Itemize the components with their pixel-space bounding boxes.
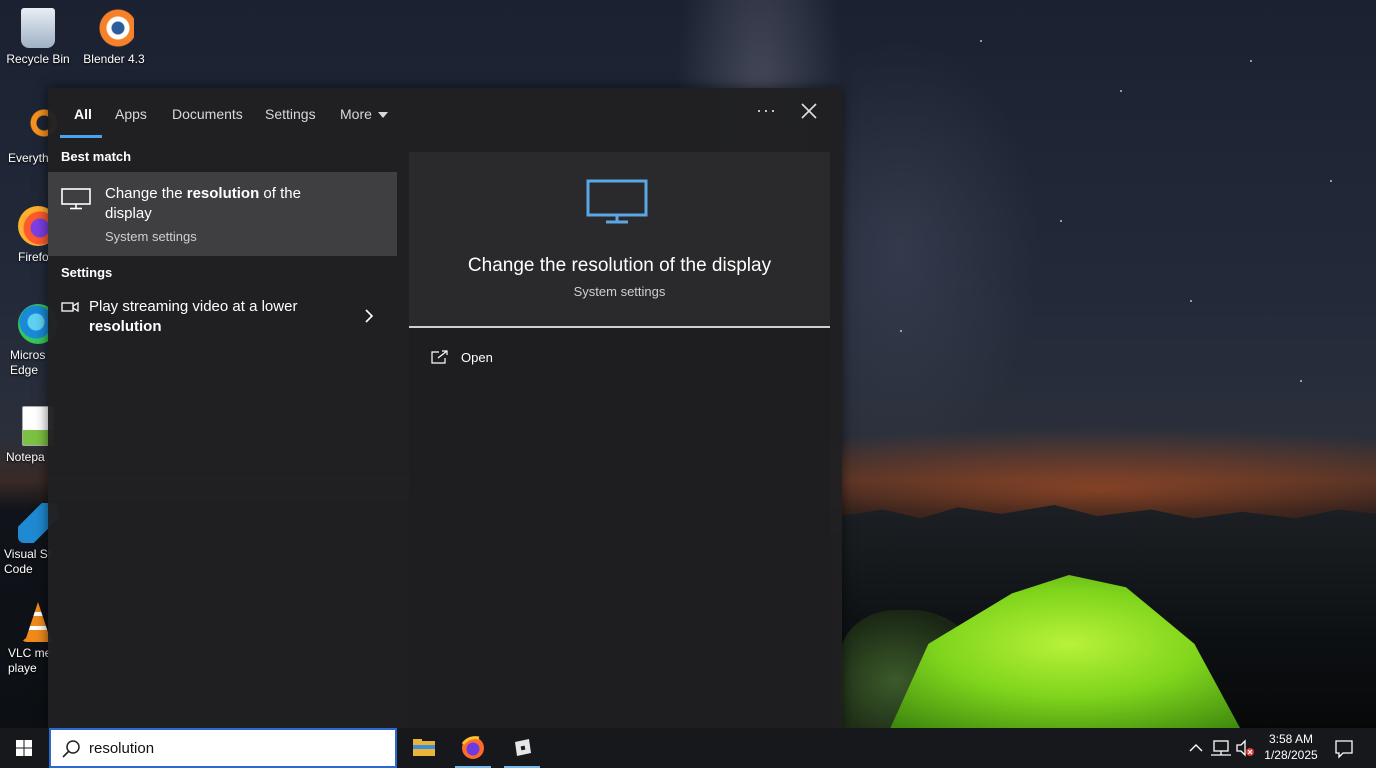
open-label: Open xyxy=(461,350,493,365)
tab-settings[interactable]: Settings xyxy=(265,106,316,122)
clock-date: 1/28/2025 xyxy=(1264,748,1318,762)
notification-icon xyxy=(1335,740,1353,759)
preview-header: Change the resolution of the display Sys… xyxy=(409,152,830,328)
best-match-title-bold: resolution xyxy=(186,185,260,202)
taskbar: 3:58 AM 1/28/2025 xyxy=(0,728,1376,768)
desktop-icon-blender[interactable]: Blender 4.3 xyxy=(76,8,152,67)
more-options-icon[interactable]: ··· xyxy=(756,100,777,121)
taskbar-firefox[interactable] xyxy=(449,728,497,768)
tab-more[interactable]: More xyxy=(340,106,388,122)
blender-icon xyxy=(94,8,134,48)
desktop-icon-label: Blender 4.3 xyxy=(83,52,145,66)
chevron-down-icon xyxy=(377,112,388,119)
star xyxy=(1190,300,1192,302)
search-panel: All Apps Documents Settings More ··· Bes… xyxy=(48,88,842,728)
windows-logo-icon xyxy=(16,740,32,756)
star xyxy=(980,40,982,42)
search-tabbar: All Apps Documents Settings More ··· xyxy=(48,88,842,140)
star xyxy=(1250,60,1252,62)
preview-pane: Change the resolution of the display Sys… xyxy=(409,152,830,728)
notifications-button[interactable] xyxy=(1330,728,1358,768)
star xyxy=(1330,180,1332,182)
best-match-title: Change the resolution of the display xyxy=(105,184,345,224)
network-tray[interactable] xyxy=(1210,728,1232,768)
tab-more-label: More xyxy=(340,106,372,122)
chevron-up-icon xyxy=(1189,744,1203,752)
star xyxy=(900,330,902,332)
close-icon[interactable] xyxy=(800,102,818,120)
roblox-icon xyxy=(515,739,531,756)
taskbar-search-box[interactable] xyxy=(49,728,397,768)
star xyxy=(1300,380,1302,382)
star xyxy=(1060,220,1062,222)
taskbar-clock[interactable]: 3:58 AM 1/28/2025 xyxy=(1256,731,1326,763)
tab-documents[interactable]: Documents xyxy=(172,106,243,122)
settings-heading: Settings xyxy=(61,265,113,280)
star xyxy=(1120,90,1122,92)
volume-muted-icon xyxy=(1236,739,1254,757)
taskbar-roblox[interactable] xyxy=(498,728,546,768)
show-hidden-icons-button[interactable] xyxy=(1186,728,1206,768)
settings-result-text-pre: Play streaming video at a lower xyxy=(89,298,298,315)
monitor-icon xyxy=(586,179,648,224)
preview-subtitle: System settings xyxy=(573,284,666,299)
settings-result-text-bold: resolution xyxy=(89,318,162,335)
recycle-bin-icon xyxy=(21,8,55,48)
desktop-icon-label: Recycle Bin xyxy=(6,52,70,66)
best-match-heading: Best match xyxy=(61,149,132,164)
preview-title: Change the resolution of the display xyxy=(467,255,772,276)
settings-result-streaming-video[interactable]: Play streaming video at a lower resoluti… xyxy=(48,288,397,344)
open-icon xyxy=(431,350,448,364)
tab-all[interactable]: All xyxy=(74,106,92,122)
best-match-result[interactable]: Change the resolution of the display Sys… xyxy=(48,172,397,256)
chevron-right-icon[interactable] xyxy=(364,308,374,324)
desktop-icon-recycle-bin[interactable]: Recycle Bin xyxy=(0,8,76,67)
search-input[interactable] xyxy=(89,737,379,759)
settings-result-text: Play streaming video at a lower resoluti… xyxy=(89,297,349,337)
tab-apps[interactable]: Apps xyxy=(115,106,147,122)
video-icon xyxy=(61,301,79,313)
start-button[interactable] xyxy=(0,728,48,768)
best-match-title-pre: Change the xyxy=(105,185,187,202)
search-icon xyxy=(62,740,80,758)
volume-tray[interactable] xyxy=(1234,728,1256,768)
active-tab-indicator xyxy=(60,135,102,138)
network-icon xyxy=(1211,740,1231,756)
monitor-icon xyxy=(61,188,91,210)
firefox-icon xyxy=(461,736,484,759)
clock-time: 3:58 AM xyxy=(1268,732,1314,746)
taskbar-file-explorer[interactable] xyxy=(400,728,448,768)
best-match-subtitle: System settings xyxy=(105,229,197,244)
file-explorer-icon xyxy=(413,739,435,756)
